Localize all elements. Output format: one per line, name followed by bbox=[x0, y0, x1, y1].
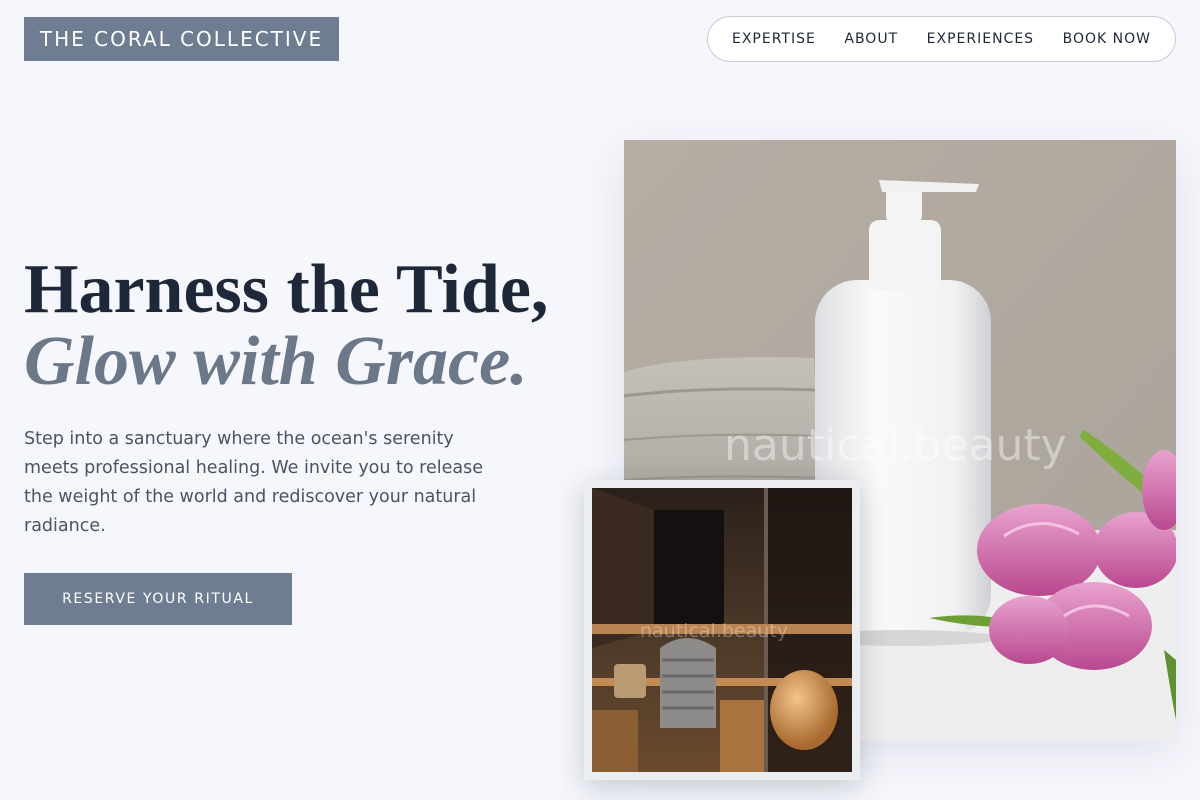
nav-item-experiences[interactable]: EXPERIENCES bbox=[927, 31, 1034, 47]
sauna-illustration bbox=[592, 488, 852, 772]
sauna-image bbox=[584, 480, 860, 780]
main-nav: EXPERTISE ABOUT EXPERIENCES BOOK NOW bbox=[707, 16, 1176, 62]
nav-item-expertise[interactable]: EXPERTISE bbox=[732, 31, 816, 47]
hero-intro: Step into a sanctuary where the ocean's … bbox=[24, 429, 483, 536]
page: THE CORAL COLLECTIVE EXPERTISE ABOUT EXP… bbox=[0, 0, 1200, 800]
nav-item-about[interactable]: ABOUT bbox=[844, 31, 898, 47]
headline-line-1: Harness the Tide, bbox=[24, 251, 549, 328]
reserve-ritual-button[interactable]: RESERVE YOUR RITUAL bbox=[24, 573, 292, 625]
brand-logo[interactable]: THE CORAL COLLECTIVE bbox=[24, 17, 339, 61]
hero-headline: Harness the Tide, Glow with Grace. bbox=[24, 254, 548, 398]
nav-item-book-now[interactable]: BOOK NOW bbox=[1063, 31, 1151, 47]
brand-name: THE CORAL COLLECTIVE bbox=[39, 27, 324, 51]
headline-line-2: Glow with Grace. bbox=[24, 323, 528, 400]
reserve-ritual-label: RESERVE YOUR RITUAL bbox=[62, 591, 254, 607]
